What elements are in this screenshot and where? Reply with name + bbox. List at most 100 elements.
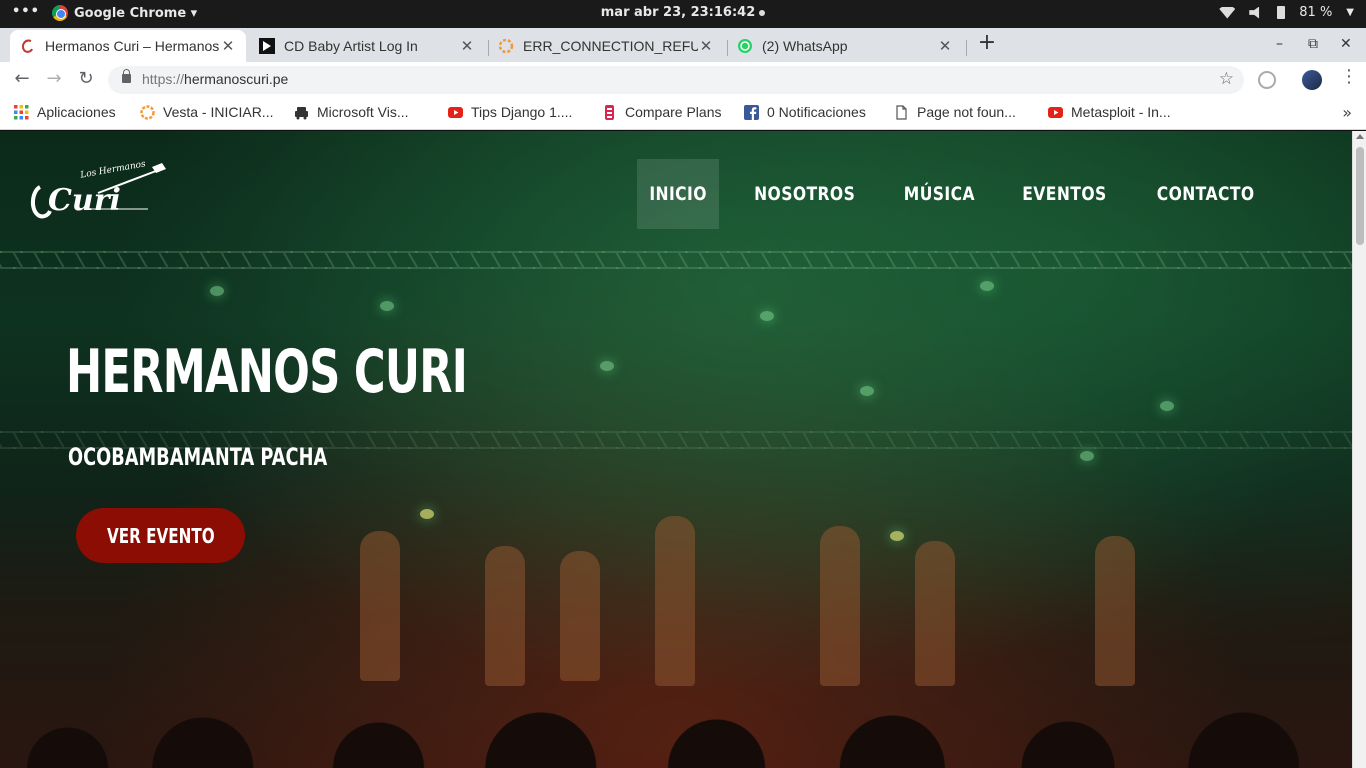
notification-dot-icon: [759, 9, 766, 16]
car-icon: [295, 106, 308, 119]
system-top-bar: ••• Google Chrome ▾ mar abr 23, 23:16:42…: [0, 0, 1366, 28]
ver-evento-button[interactable]: VER EVENTO: [76, 508, 245, 563]
stage-light: [760, 311, 774, 321]
bookmark-tips-django[interactable]: Tips Django 1....: [448, 104, 572, 120]
status-menu[interactable]: 81 % ▼: [1219, 5, 1354, 20]
clock[interactable]: mar abr 23, 23:16:42: [0, 5, 1366, 20]
close-icon[interactable]: ✕: [220, 37, 236, 55]
scrollbar-thumb[interactable]: [1356, 147, 1364, 245]
bookmark-metasploit[interactable]: Metasploit - In...: [1048, 104, 1171, 120]
bookmark-notificaciones[interactable]: 0 Notificaciones: [744, 104, 866, 120]
bookmark-label: Compare Plans: [625, 104, 722, 120]
close-icon[interactable]: ✕: [698, 37, 714, 55]
bookmark-page-not-found[interactable]: Page not foun...: [894, 104, 1016, 120]
new-tab-button[interactable]: +: [976, 32, 998, 55]
bookmark-label: Microsoft Vis...: [317, 104, 409, 120]
scroll-up-icon[interactable]: [1356, 134, 1364, 139]
extension-icon[interactable]: [1258, 71, 1276, 89]
stage-truss: [0, 251, 1352, 269]
tab-strip: Hermanos Curi – Hermanos ✕ CD Baby Artis…: [0, 28, 1366, 62]
curi-favicon: [21, 39, 33, 53]
nav-item-contacto[interactable]: CONTACTO: [1144, 159, 1266, 229]
stage-light: [860, 386, 874, 396]
cdbaby-favicon: [259, 38, 275, 54]
vesta-icon: [140, 104, 155, 120]
stage-light: [600, 361, 614, 371]
lock-icon: [122, 69, 131, 83]
hero-section: Los Hermanos Curi INICIO NOSOTROS MÚSICA…: [0, 131, 1352, 768]
nav-item-eventos[interactable]: EVENTOS: [1010, 159, 1119, 229]
youtube-icon: [448, 106, 463, 118]
nav-item-inicio[interactable]: INICIO: [636, 159, 719, 229]
volume-icon: [1249, 6, 1260, 19]
logo-main-text: Curi: [48, 183, 121, 218]
bookmark-label: Aplicaciones: [37, 104, 116, 120]
bookmark-compare-plans[interactable]: Compare Plans: [602, 104, 722, 120]
profile-avatar[interactable]: [1302, 70, 1322, 90]
tab-title: ERR_CONNECTION_REFUSED: [523, 38, 698, 54]
youtube-icon: [1048, 106, 1063, 118]
bookmark-star-icon[interactable]: ☆: [1219, 69, 1234, 89]
app-menu[interactable]: Google Chrome ▾: [52, 5, 197, 21]
page-scrollbar[interactable]: [1352, 131, 1366, 768]
browser-toolbar: ← → ↻ https://hermanoscuri.pe ☆: [0, 62, 1366, 98]
facebook-icon: [744, 104, 759, 120]
battery-percent: 81 %: [1299, 5, 1333, 20]
bookmark-label: Tips Django 1....: [471, 104, 573, 120]
battery-icon: [1277, 6, 1286, 19]
loading-spinner-icon: [498, 38, 514, 54]
close-icon[interactable]: ✕: [937, 37, 953, 55]
stage-light: [1160, 401, 1174, 411]
plan-icon: [605, 104, 614, 120]
main-nav: INICIO NOSOTROS MÚSICA EVENTOS CONTACTO: [628, 159, 1280, 229]
tab-title: (2) WhatsApp: [762, 38, 848, 54]
bookmark-label: Page not foun...: [917, 104, 1016, 120]
activities-button[interactable]: •••: [12, 4, 40, 19]
ver-evento-label: VER EVENTO: [106, 523, 215, 548]
document-icon: [896, 104, 907, 120]
bookmark-vesta[interactable]: Vesta - INICIAR...: [140, 104, 273, 120]
bookmark-label: Metasploit - In...: [1071, 104, 1171, 120]
stage-light: [980, 281, 994, 291]
close-icon[interactable]: ✕: [459, 37, 475, 55]
back-button[interactable]: ←: [10, 68, 34, 89]
bookmarks-bar: Aplicaciones Vesta - INICIAR... Microsof…: [0, 98, 1366, 130]
bookmarks-overflow-icon[interactable]: »: [1342, 103, 1352, 122]
clock-label: mar abr 23, 23:16:42: [600, 5, 756, 20]
apps-grid-icon: [14, 104, 29, 119]
chevron-down-icon: ▼: [1346, 7, 1354, 18]
close-window-button[interactable]: ✕: [1340, 36, 1352, 52]
tab-title: Hermanos Curi – Hermanos: [45, 38, 220, 54]
nav-item-nosotros[interactable]: NOSOTROS: [742, 159, 868, 229]
forward-button[interactable]: →: [42, 68, 66, 89]
bookmark-microsoft[interactable]: Microsoft Vis...: [294, 104, 409, 120]
chrome-logo-icon: [52, 5, 68, 21]
crowd-silhouette: [0, 648, 1352, 768]
hero-subtitle: OCOBAMBAMANTA PACHA: [68, 443, 328, 471]
whatsapp-icon: [738, 39, 752, 53]
tab-separator: [966, 40, 967, 56]
tab-title: CD Baby Artist Log In: [284, 38, 418, 54]
maximize-button[interactable]: ⧉: [1308, 36, 1318, 52]
hero-title: HERMANOS CURI: [66, 337, 468, 407]
bookmark-label: 0 Notificaciones: [767, 104, 866, 120]
bookmark-label: Vesta - INICIAR...: [163, 104, 274, 120]
url-text[interactable]: https://hermanoscuri.pe: [142, 71, 288, 87]
tab-whatsapp[interactable]: (2) WhatsApp ✕: [727, 30, 963, 62]
stage-light: [890, 531, 904, 541]
address-bar[interactable]: https://hermanoscuri.pe ☆: [108, 66, 1244, 94]
stage-light: [210, 286, 224, 296]
reload-button[interactable]: ↻: [74, 68, 98, 89]
stage-light: [420, 509, 434, 519]
tab-connection-error[interactable]: ERR_CONNECTION_REFUSED ✕: [488, 30, 724, 62]
nav-item-musica[interactable]: MÚSICA: [892, 159, 988, 229]
wifi-icon: [1219, 6, 1236, 19]
tab-hermanos-curi[interactable]: Hermanos Curi – Hermanos ✕: [10, 30, 246, 62]
chrome-menu-icon[interactable]: ⋮: [1340, 66, 1358, 87]
stage-light: [380, 301, 394, 311]
bookmark-aplicaciones[interactable]: Aplicaciones: [14, 104, 116, 120]
minimize-button[interactable]: –: [1276, 36, 1283, 52]
site-logo[interactable]: Los Hermanos Curi: [28, 159, 168, 225]
app-menu-label: Google Chrome ▾: [74, 5, 198, 21]
tab-cd-baby[interactable]: CD Baby Artist Log In ✕: [249, 30, 485, 62]
